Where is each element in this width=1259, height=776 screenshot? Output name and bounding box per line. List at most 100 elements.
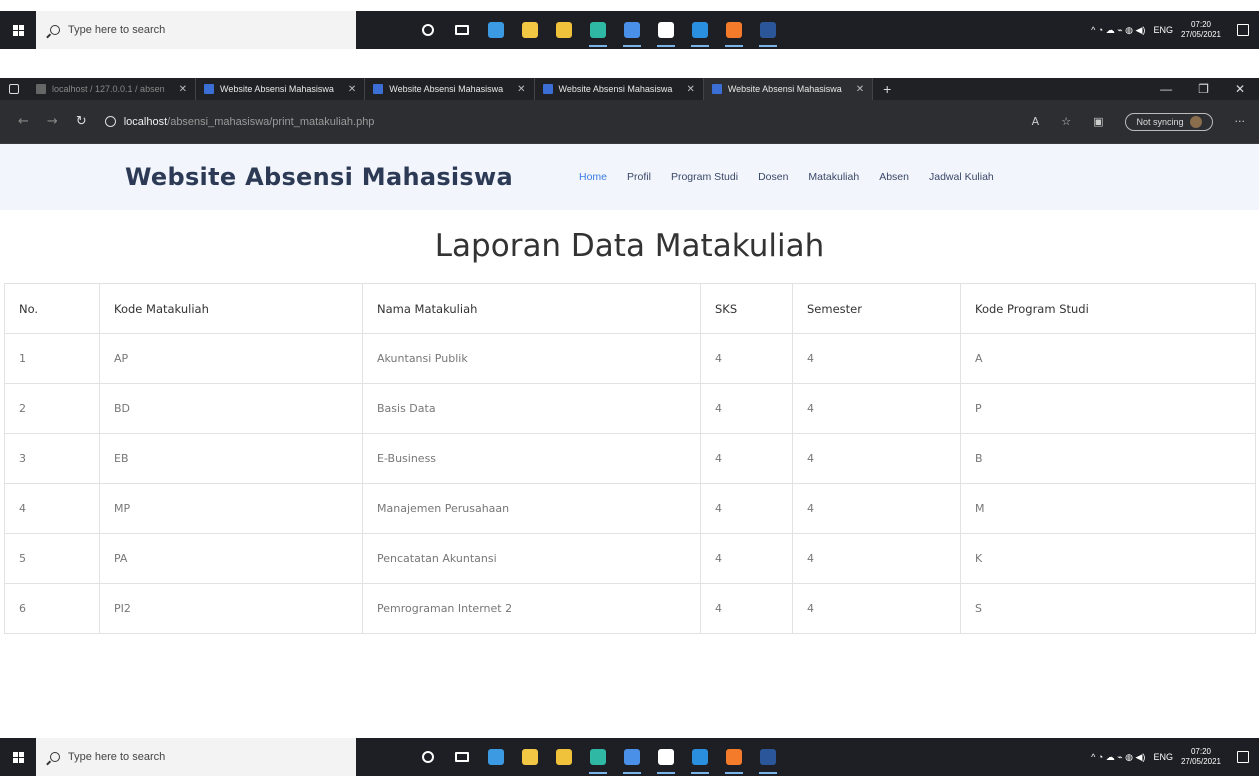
new-tab-button[interactable]: +: [873, 81, 901, 97]
chrome-taskbar-button[interactable]: [615, 11, 649, 49]
tab-close-icon[interactable]: ✕: [179, 84, 187, 95]
start-button[interactable]: [0, 11, 36, 49]
minimize-button[interactable]: —: [1160, 82, 1172, 96]
store-taskbar-button[interactable]: [547, 11, 581, 49]
table-cell: 5: [4, 533, 100, 584]
nav-link-profil[interactable]: Profil: [617, 171, 661, 183]
browser-tab[interactable]: Website Absensi Mahasiswa ✕: [703, 78, 874, 100]
clock[interactable]: 07:20 27/05/2021: [1181, 747, 1221, 767]
vscode-taskbar-button[interactable]: [683, 738, 717, 776]
notification-icon[interactable]: [1237, 24, 1249, 36]
read-aloud-icon[interactable]: A: [1032, 115, 1040, 128]
forward-button[interactable]: →: [47, 114, 58, 129]
edge-legacy-icon: [488, 22, 504, 38]
nav-link-home[interactable]: Home: [569, 171, 617, 183]
taskbar-search-box[interactable]: Type here to search: [36, 738, 356, 776]
browser-tab[interactable]: localhost / 127.0.0.1 / absen ✕: [28, 78, 196, 100]
nav-link-matakuliah[interactable]: Matakuliah: [798, 171, 869, 183]
table-cell: 4: [792, 583, 961, 634]
start-button[interactable]: [0, 738, 36, 776]
nav-link-program-studi[interactable]: Program Studi: [661, 171, 748, 183]
cortana-taskbar-button[interactable]: [411, 738, 445, 776]
edge-taskbar-button[interactable]: [581, 11, 615, 49]
tab-close-icon[interactable]: ✕: [856, 84, 864, 95]
taskbar-search-placeholder: Type here to search: [68, 751, 166, 763]
phpmyadmin-favicon-icon: [36, 84, 46, 94]
site-favicon-icon: [711, 84, 722, 94]
taskbar-bottom: Type here to search ^ ◔ ☁ ⌁ ◍ ◀) ENG 07:…: [0, 738, 1259, 776]
nav-link-absen[interactable]: Absen: [869, 171, 919, 183]
taskbar-search-placeholder: Type here to search: [68, 24, 166, 36]
file-explorer-taskbar-button[interactable]: [513, 738, 547, 776]
settings-taskbar-button[interactable]: [649, 11, 683, 49]
site-info-icon[interactable]: [104, 116, 116, 127]
search-icon: [50, 25, 60, 35]
vscode-taskbar-button[interactable]: [683, 11, 717, 49]
table-cell: 4: [700, 433, 793, 484]
language-indicator[interactable]: ENG: [1153, 752, 1173, 762]
collections-icon[interactable]: ▣: [1093, 115, 1103, 128]
table-cell: MP: [99, 483, 363, 534]
file-explorer-icon: [522, 749, 538, 765]
language-indicator[interactable]: ENG: [1153, 25, 1173, 35]
clock[interactable]: 07:20 27/05/2021: [1181, 20, 1221, 40]
clock-time: 07:20: [1190, 747, 1211, 756]
xampp-taskbar-button[interactable]: [717, 738, 751, 776]
tab-actions-icon[interactable]: [0, 78, 28, 100]
column-header: No.: [4, 283, 100, 334]
edge-legacy-taskbar-button[interactable]: [479, 11, 513, 49]
site-favicon-icon: [203, 84, 214, 94]
table-cell: 4: [700, 483, 793, 534]
edge-legacy-taskbar-button[interactable]: [479, 738, 513, 776]
reload-button[interactable]: ↻: [76, 114, 87, 129]
table-cell: M: [960, 483, 1256, 534]
word-icon: [760, 22, 776, 38]
tray-icons[interactable]: ^ ◔ ☁ ⌁ ◍ ◀): [1091, 25, 1145, 36]
back-button[interactable]: ←: [18, 114, 29, 129]
close-window-button[interactable]: ✕: [1235, 82, 1245, 96]
chrome-taskbar-button[interactable]: [615, 738, 649, 776]
word-taskbar-button[interactable]: [751, 738, 785, 776]
system-tray: ^ ◔ ☁ ⌁ ◍ ◀) ENG 07:20 27/05/2021: [1091, 20, 1259, 40]
url-host: localhost: [123, 115, 168, 128]
site-title[interactable]: Website Absensi Mahasiswa: [125, 163, 513, 191]
table-cell: 3: [4, 433, 100, 484]
cortana-taskbar-button[interactable]: [411, 11, 445, 49]
settings-icon: [658, 22, 674, 38]
tab-title: localhost / 127.0.0.1 / absen: [52, 84, 165, 94]
tab-close-icon[interactable]: ✕: [348, 84, 356, 95]
notification-icon[interactable]: [1237, 751, 1249, 763]
task-view-taskbar-button[interactable]: [445, 11, 479, 49]
url-path: /absensi_mahasiswa/print_matakuliah.php: [167, 115, 375, 128]
browser-tab[interactable]: Website Absensi Mahasiswa ✕: [365, 78, 535, 100]
more-menu-icon[interactable]: ···: [1235, 115, 1246, 128]
sync-label: Not syncing: [1136, 116, 1184, 127]
table-cell: EB: [99, 433, 363, 484]
taskbar-pinned-apps: [411, 11, 785, 49]
tab-close-icon[interactable]: ✕: [517, 84, 525, 95]
store-taskbar-button[interactable]: [547, 738, 581, 776]
settings-taskbar-button[interactable]: [649, 738, 683, 776]
table-cell: B: [960, 433, 1256, 484]
browser-tab[interactable]: Website Absensi Mahasiswa ✕: [196, 78, 366, 100]
nav-link-jadwal-kuliah[interactable]: Jadwal Kuliah: [919, 171, 1004, 183]
maximize-button[interactable]: ❐: [1198, 82, 1209, 96]
file-explorer-taskbar-button[interactable]: [513, 11, 547, 49]
browser-tab[interactable]: Website Absensi Mahasiswa ✕: [535, 78, 704, 100]
table-cell: Pencatatan Akuntansi: [362, 533, 701, 584]
edge-legacy-icon: [488, 749, 504, 765]
profile-sync-button[interactable]: Not syncing: [1125, 112, 1213, 131]
tray-icons[interactable]: ^ ◔ ☁ ⌁ ◍ ◀): [1091, 752, 1145, 763]
taskbar-search-box[interactable]: Type here to search: [36, 11, 356, 49]
xampp-taskbar-button[interactable]: [717, 11, 751, 49]
table-cell: 1: [4, 333, 100, 384]
word-taskbar-button[interactable]: [751, 11, 785, 49]
nav-link-dosen[interactable]: Dosen: [748, 171, 798, 183]
tab-title: Website Absensi Mahasiswa: [219, 84, 334, 94]
url-field[interactable]: localhost/absensi_mahasiswa/print_mataku…: [104, 115, 375, 128]
favorites-star-icon[interactable]: ☆: [1061, 115, 1071, 128]
task-view-taskbar-button[interactable]: [445, 738, 479, 776]
tab-close-icon[interactable]: ✕: [686, 84, 694, 95]
edge-taskbar-button[interactable]: [581, 738, 615, 776]
settings-icon: [658, 749, 674, 765]
